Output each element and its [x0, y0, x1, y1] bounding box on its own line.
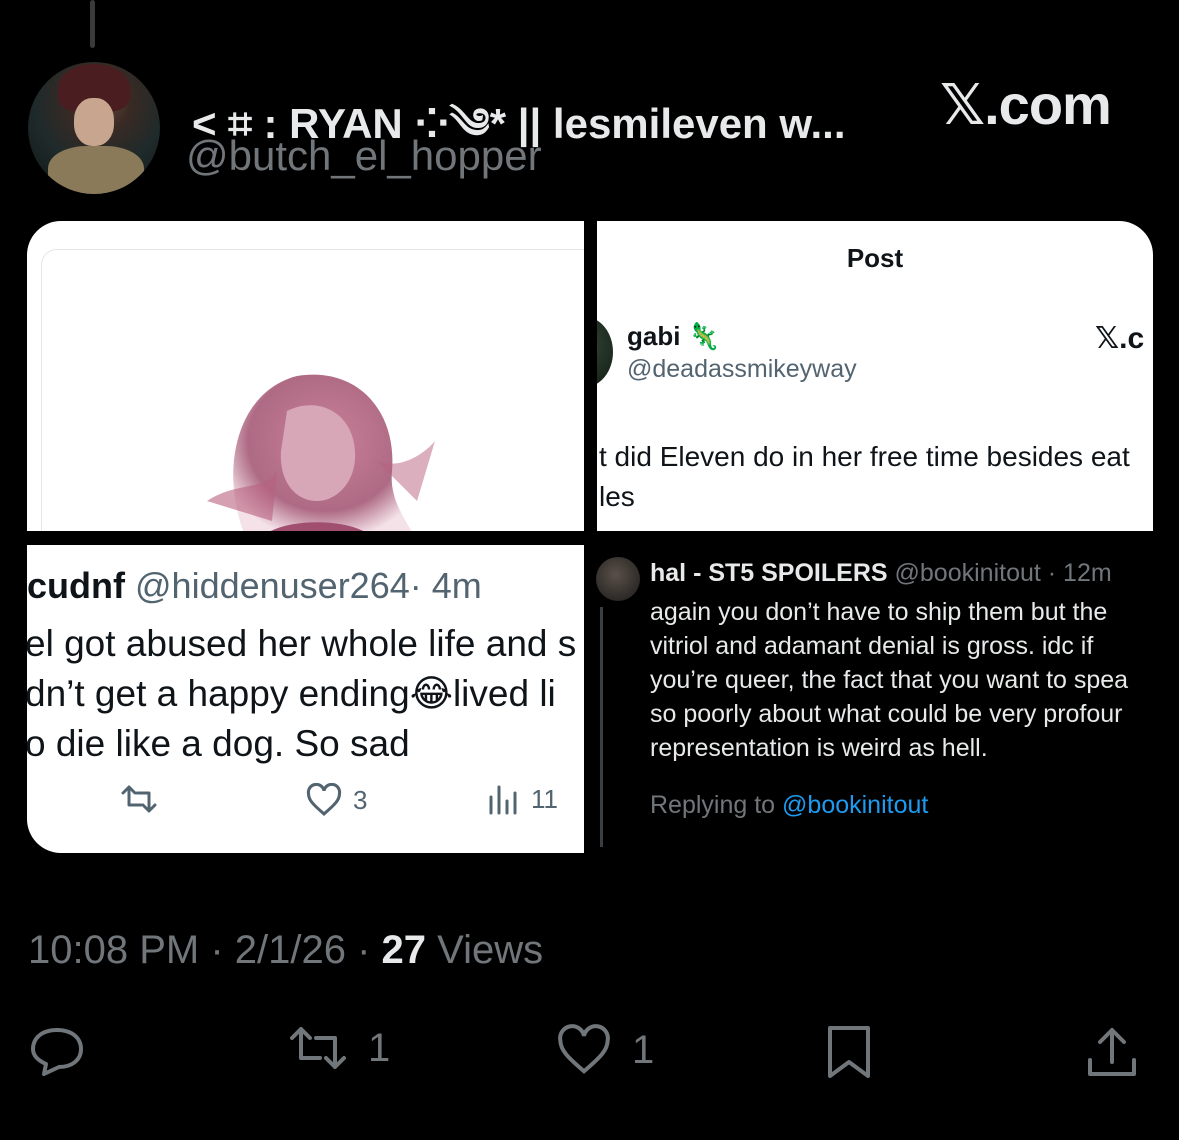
cudnf-views-count: 11: [531, 783, 558, 814]
gabi-avatar[interactable]: [597, 317, 613, 387]
cudnf-post-text: el got abused her whole life and s dn’t …: [27, 623, 577, 764]
reply-icon: [31, 1028, 83, 1076]
cudnf-display-name[interactable]: cudnf: [27, 565, 125, 606]
gabi-text-line-2: les: [599, 481, 635, 512]
cudnf-time: · 4m: [409, 565, 482, 606]
repost-icon: [121, 785, 157, 813]
post-meta: 10:08 PM · 2/1/26 · 27 Views: [28, 928, 544, 972]
quoted-post-gabi[interactable]: Post gabi 🦎 @deadassmikeyway 𝕏.c t did E…: [597, 221, 1153, 531]
post-header-title: Post: [846, 243, 904, 273]
heart-icon: [558, 1024, 610, 1074]
heart-icon: [306, 783, 342, 816]
cudnf-like-count: 3: [353, 784, 368, 815]
replying-prefix: Replying to: [650, 791, 776, 819]
woman-photo: [207, 374, 435, 531]
hal-header: hal - ST5 SPOILERS @bookinitout · 12m: [650, 559, 1112, 588]
gabi-display-name[interactable]: gabi 🦎: [627, 321, 720, 352]
gabi-text-line-1: t did Eleven do in her free time besides…: [599, 441, 1130, 472]
x-logo: 𝕏.com: [940, 73, 1112, 136]
hal-post-text: again you don’t have to ship them but th…: [650, 598, 1129, 762]
post-date[interactable]: 2/1/26: [235, 928, 346, 972]
cudnf-like-button[interactable]: 3: [305, 783, 367, 817]
like-count: 1: [632, 1027, 655, 1072]
cudnf-header: cudnf @hiddenuser264· 4m: [27, 565, 482, 607]
repost-count: 1: [368, 1025, 391, 1070]
author-handle[interactable]: @butch_el_hopper: [186, 132, 542, 180]
views-count: 27: [381, 928, 427, 972]
cudnf-views-button[interactable]: 11: [487, 783, 558, 815]
replying-handle-link[interactable]: @bookinitout: [782, 791, 928, 819]
x-logo-small: 𝕏.c: [1095, 322, 1145, 355]
views-icon: [489, 785, 517, 815]
share-button[interactable]: [1084, 1024, 1140, 1080]
bookmark-icon: [828, 1026, 870, 1078]
cudnf-handle[interactable]: @hiddenuser264: [135, 565, 410, 606]
thread-connector: [90, 0, 95, 48]
repost-icon: [290, 1027, 346, 1069]
share-icon: [1088, 1028, 1136, 1076]
hal-display-name[interactable]: hal - ST5 SPOILERS: [650, 559, 888, 587]
repost-button[interactable]: 1: [286, 1024, 390, 1072]
replying-to: Replying to @bookinitout: [650, 791, 928, 820]
bookmark-button[interactable]: [824, 1024, 874, 1080]
views-label: Views: [437, 928, 544, 972]
gabi-post-text: t did Eleven do in her free time besides…: [599, 437, 1153, 517]
quoted-image-panel[interactable]: [27, 221, 584, 531]
like-button[interactable]: 1: [554, 1024, 654, 1076]
cudnf-repost-button[interactable]: [119, 783, 159, 815]
author-avatar[interactable]: [28, 62, 160, 194]
reply-thread-line: [600, 607, 603, 847]
hal-time: · 12m: [1047, 559, 1112, 587]
reply-button[interactable]: [28, 1024, 86, 1076]
hal-avatar[interactable]: [596, 557, 640, 601]
gabi-handle[interactable]: @deadassmikeyway: [627, 355, 857, 384]
quoted-post-cudnf[interactable]: cudnf @hiddenuser264· 4m el got abused h…: [27, 545, 584, 853]
post-time[interactable]: 10:08 PM: [28, 928, 199, 972]
quoted-post-hal[interactable]: hal - ST5 SPOILERS @bookinitout · 12m ag…: [594, 545, 1154, 853]
hal-handle[interactable]: @bookinitout: [895, 559, 1041, 587]
